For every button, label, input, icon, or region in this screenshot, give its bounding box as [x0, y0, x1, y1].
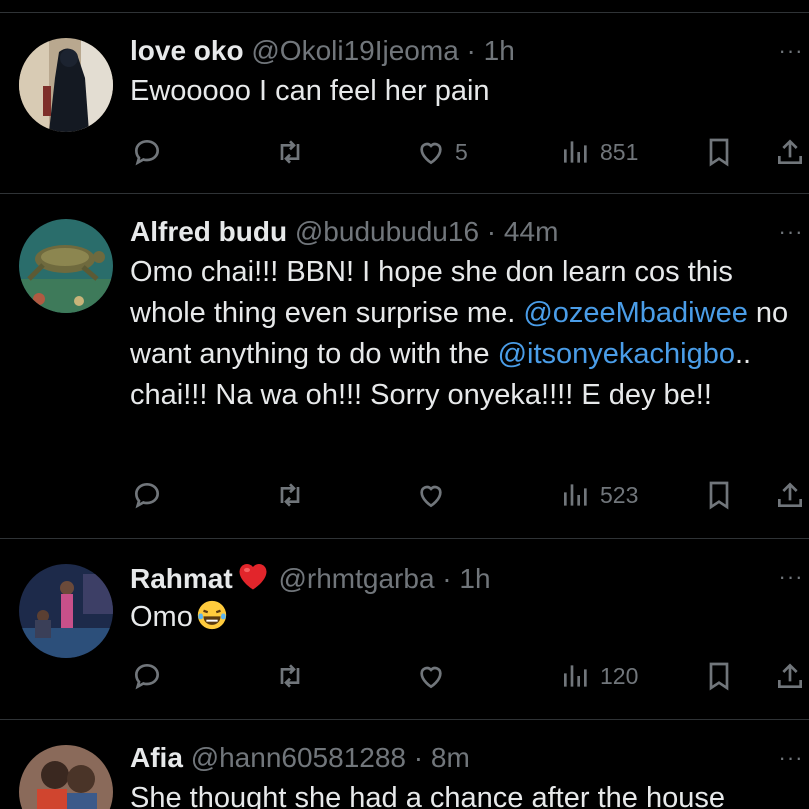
reply-button[interactable] [131, 132, 163, 172]
separator: · [479, 216, 504, 247]
tweet-header: love oko @Okoli19Ijeoma · 1h [130, 32, 515, 70]
handle[interactable]: @hann60581288 [191, 742, 406, 773]
timestamp[interactable]: 44m [504, 216, 558, 247]
views-icon [564, 141, 587, 163]
share-button[interactable] [774, 656, 806, 696]
timestamp[interactable]: 8m [431, 742, 470, 773]
tweet-text: Ewooooo I can feel her pain [130, 75, 490, 107]
reply-icon [134, 482, 160, 509]
separator: · [434, 563, 460, 594]
tweet-text: She thought she had a chance after the h… [130, 782, 725, 809]
tweet[interactable]: Afia @hann60581288 · 8m ··· She thought … [0, 739, 809, 809]
like-icon [420, 485, 442, 508]
views-button[interactable]: 120 [560, 656, 638, 696]
display-name[interactable]: Rahmat [130, 563, 233, 594]
handle[interactable]: @budubudu16 [295, 216, 479, 247]
like-button[interactable]: 5 [415, 132, 468, 172]
bookmark-icon [709, 662, 729, 691]
avatar-image [19, 38, 113, 132]
views-icon [564, 484, 587, 506]
tweet-header: Alfred budu @budubudu16 · 44m [130, 213, 558, 251]
retweet-button[interactable] [274, 475, 306, 515]
share-button[interactable] [774, 132, 806, 172]
bookmark-button[interactable] [703, 475, 735, 515]
tweet[interactable]: love oko @Okoli19Ijeoma · 1h ··· Ewooooo… [0, 32, 809, 192]
share-icon [778, 139, 802, 164]
avatar[interactable] [19, 38, 113, 132]
like-button[interactable] [415, 475, 447, 515]
separator: · [458, 35, 484, 66]
view-count: 523 [600, 481, 639, 508]
timestamp[interactable]: 1h [484, 35, 515, 66]
display-name[interactable]: love oko [130, 35, 244, 66]
reply-icon [134, 663, 160, 690]
tweet-text: Omo [130, 597, 806, 638]
retweet-icon [280, 483, 300, 507]
avatar-image [19, 564, 113, 658]
views-icon [564, 665, 587, 687]
divider [0, 538, 809, 539]
red-heart-emoji [239, 564, 267, 590]
handle[interactable]: @Okoli19Ijeoma [251, 35, 458, 66]
tears-of-joy-emoji [197, 600, 227, 630]
bookmark-button[interactable] [703, 132, 735, 172]
avatar[interactable] [19, 564, 113, 658]
like-count: 5 [455, 138, 468, 165]
timestamp[interactable]: 1h [459, 563, 490, 594]
mention-link[interactable]: @itsonyekachigbo [498, 338, 735, 370]
view-count: 851 [600, 138, 639, 165]
divider [0, 193, 809, 194]
like-icon [420, 666, 442, 689]
bookmark-icon [709, 138, 729, 167]
avatar-image [19, 745, 113, 809]
mention-link[interactable]: @ozeeMbadiwee [523, 297, 748, 329]
bookmark-button[interactable] [703, 656, 735, 696]
divider [0, 12, 809, 13]
reply-icon [134, 139, 160, 166]
retweet-icon [280, 664, 300, 688]
reply-button[interactable] [131, 475, 163, 515]
more-options-icon[interactable]: ··· [777, 558, 805, 596]
tweet[interactable]: Alfred budu @budubudu16 · 44m ··· Omo ch… [0, 213, 809, 533]
handle[interactable]: @rhmtgarba [278, 563, 434, 594]
tweet-text: Omo chai!!! BBN! I hope she don learn co… [130, 252, 806, 416]
action-bar: 5 851 [0, 132, 809, 172]
action-bar: 523 [0, 475, 809, 515]
avatar-image [19, 219, 113, 313]
retweet-button[interactable] [274, 656, 306, 696]
like-button[interactable] [415, 656, 447, 696]
separator: · [405, 742, 431, 773]
action-bar: 120 [0, 656, 809, 696]
text-segment: Omo [130, 601, 193, 633]
share-icon [778, 482, 802, 507]
reply-button[interactable] [131, 656, 163, 696]
more-options-icon[interactable]: ··· [777, 739, 805, 777]
bookmark-icon [709, 481, 729, 510]
views-button[interactable]: 523 [560, 475, 638, 515]
more-options-icon[interactable]: ··· [777, 32, 805, 70]
avatar[interactable] [19, 219, 113, 313]
display-name[interactable]: Alfred budu [130, 216, 287, 247]
view-count: 120 [600, 662, 639, 689]
share-icon [778, 663, 802, 688]
share-button[interactable] [774, 475, 806, 515]
views-button[interactable]: 851 [560, 132, 638, 172]
retweet-icon [280, 140, 300, 164]
tweet[interactable]: Rahmat @rhmtgarba · 1h ··· Omo 120 [0, 558, 809, 698]
display-name[interactable]: Afia [130, 742, 183, 773]
like-icon [420, 142, 442, 165]
retweet-button[interactable] [274, 132, 306, 172]
divider [0, 719, 809, 720]
tweet-header: Afia @hann60581288 · 8m [130, 739, 470, 777]
tweet-header: Rahmat @rhmtgarba · 1h [130, 558, 491, 596]
avatar[interactable] [19, 745, 113, 809]
more-options-icon[interactable]: ··· [777, 213, 805, 251]
